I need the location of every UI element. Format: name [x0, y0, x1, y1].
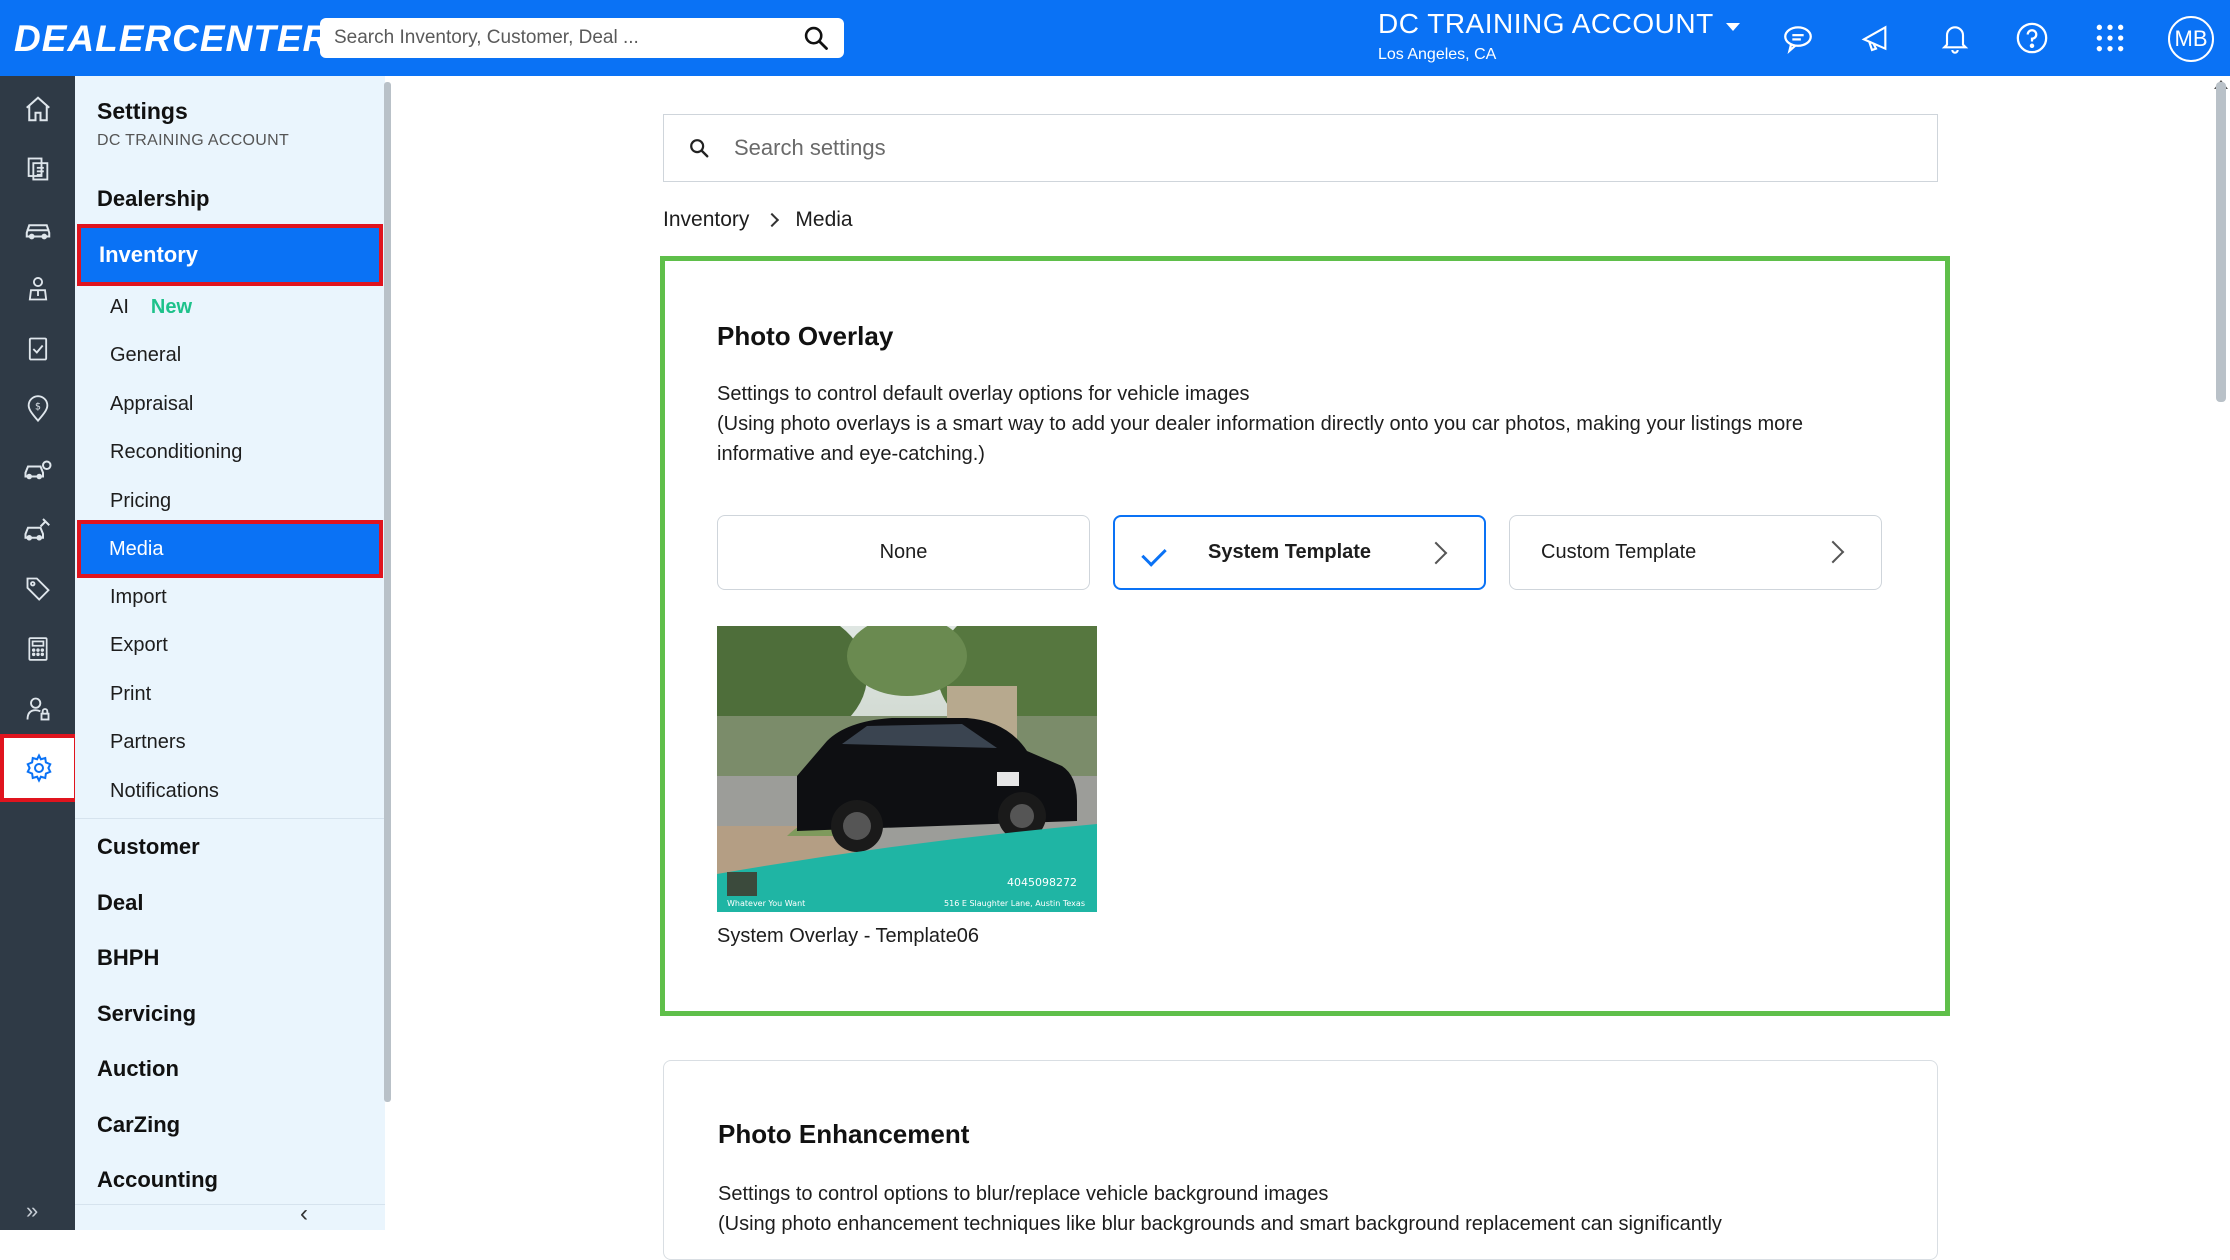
sidebar-section-customer[interactable]: Customer	[97, 834, 200, 860]
breadcrumb: Inventory Media	[663, 208, 853, 232]
icon-rail: $ »	[0, 76, 78, 1230]
auction-car-icon[interactable]	[0, 500, 75, 558]
search-icon	[690, 139, 709, 158]
settings-search-input[interactable]	[734, 135, 1937, 161]
sidebar-item-export[interactable]: Export	[110, 634, 168, 657]
global-search-input[interactable]	[334, 27, 802, 49]
new-badge: New	[150, 296, 193, 318]
sidebar-divider	[75, 1204, 385, 1205]
sidebar-section-carzing[interactable]: CarZing	[97, 1112, 180, 1138]
photo-overlay-highlight: Photo Overlay Settings to control defaul…	[660, 256, 1950, 1016]
account-switcher[interactable]: DC TRAINING ACCOUNT Los Angeles, CA	[1378, 8, 1740, 64]
account-name: DC TRAINING ACCOUNT	[1378, 8, 1714, 39]
overlay-preview-caption: System Overlay - Template06	[717, 925, 979, 947]
overlay-option-system-template[interactable]: System Template	[1113, 515, 1486, 590]
sidebar-item-import[interactable]: Import	[110, 586, 167, 609]
checklist-icon[interactable]	[0, 320, 75, 378]
sidebar-section-servicing[interactable]: Servicing	[97, 1001, 196, 1027]
sidebar-section-dealership[interactable]: Dealership	[97, 186, 210, 212]
home-icon[interactable]	[0, 80, 75, 138]
chevron-right-icon	[1821, 540, 1845, 564]
car-photo-icon: 4045098272 Whatever You Want 516 E Slaug…	[717, 626, 1097, 912]
megaphone-icon[interactable]	[1858, 20, 1894, 56]
settings-search-box[interactable]	[663, 114, 1938, 182]
sidebar-item-pricing[interactable]: Pricing	[110, 490, 171, 513]
sidebar-item-general[interactable]: General	[110, 344, 181, 367]
photo-enhancement-title: Photo Enhancement	[718, 1119, 970, 1149]
sidebar-section-bhph[interactable]: BHPH	[97, 945, 159, 971]
sidebar-item-reconditioning[interactable]: Reconditioning	[110, 441, 242, 464]
photo-overlay-card: Photo Overlay Settings to control defaul…	[665, 261, 1945, 1011]
tag-icon[interactable]	[0, 560, 75, 618]
service-car-icon[interactable]	[0, 440, 75, 498]
sidebar-item-ai[interactable]: AI New	[110, 296, 192, 319]
global-search-box[interactable]	[320, 18, 844, 58]
dealercenter-logo[interactable]: DEALERCENTER	[14, 18, 330, 60]
bell-icon[interactable]	[1937, 20, 1973, 56]
collapse-sidebar-icon[interactable]: ‹	[300, 1200, 308, 1228]
sidebar-scrollbar[interactable]	[384, 82, 391, 1102]
car-icon[interactable]	[0, 200, 75, 258]
preview-address: 516 E Slaughter Lane, Austin Texas	[944, 899, 1085, 908]
svg-text:$: $	[35, 402, 41, 413]
sidebar-section-auction[interactable]: Auction	[97, 1056, 179, 1082]
sidebar-divider	[75, 818, 385, 819]
sidebar-subtitle: DC TRAINING ACCOUNT	[97, 132, 290, 149]
sidebar-title: Settings	[97, 98, 188, 124]
photo-overlay-title: Photo Overlay	[717, 321, 894, 351]
salesperson-icon[interactable]	[0, 260, 75, 318]
preview-phone: 4045098272	[1007, 876, 1077, 889]
search-icon[interactable]	[802, 24, 830, 52]
photo-enhancement-card: Photo Enhancement Settings to control op…	[663, 1060, 1938, 1260]
photo-enhancement-description: Settings to control options to blur/repl…	[718, 1183, 1722, 1235]
breadcrumb-inventory[interactable]: Inventory	[663, 208, 749, 232]
settings-sidebar: Settings DC TRAINING ACCOUNT Dealership …	[75, 76, 385, 1230]
sidebar-section-deal[interactable]: Deal	[97, 890, 143, 916]
breadcrumb-media: Media	[795, 208, 853, 231]
apps-grid-icon[interactable]	[2092, 20, 2128, 56]
sidebar-section-accounting[interactable]: Accounting	[97, 1167, 218, 1193]
chevron-right-icon	[1424, 541, 1448, 565]
sidebar-item-appraisal[interactable]: Appraisal	[110, 393, 193, 416]
help-icon[interactable]	[2014, 20, 2050, 56]
check-icon	[1141, 541, 1167, 567]
top-bar: DEALERCENTER DC TRAINING ACCOUNT Los Ang…	[0, 0, 2230, 76]
chevron-right-icon	[765, 212, 780, 228]
overlay-option-none[interactable]: None	[717, 515, 1090, 590]
preview-tagline: Whatever You Want	[727, 899, 805, 908]
overlay-option-custom-template[interactable]: Custom Template	[1509, 515, 1882, 590]
sidebar-item-media[interactable]: Media	[77, 520, 383, 578]
sidebar-item-print[interactable]: Print	[110, 683, 151, 706]
account-location: Los Angeles, CA	[1378, 46, 1497, 63]
dollar-pin-icon[interactable]: $	[0, 380, 75, 438]
page-scrollbar[interactable]	[2216, 82, 2226, 402]
overlay-preview-image[interactable]: 4045098272 Whatever You Want 516 E Slaug…	[717, 626, 1097, 912]
chat-icon[interactable]	[1780, 20, 1816, 56]
documents-icon[interactable]	[0, 140, 75, 198]
photo-overlay-description: Settings to control default overlay opti…	[717, 383, 1804, 465]
calculator-icon[interactable]	[0, 620, 75, 678]
sidebar-item-notifications[interactable]: Notifications	[110, 780, 219, 803]
expand-rail-icon[interactable]: »	[26, 1198, 38, 1224]
user-lock-icon[interactable]	[0, 680, 75, 738]
user-avatar[interactable]: MB	[2168, 16, 2214, 62]
gear-icon[interactable]	[0, 734, 78, 802]
sidebar-item-partners[interactable]: Partners	[110, 731, 186, 754]
sidebar-section-inventory[interactable]: Inventory	[77, 224, 383, 286]
chevron-down-icon	[1725, 23, 1740, 31]
